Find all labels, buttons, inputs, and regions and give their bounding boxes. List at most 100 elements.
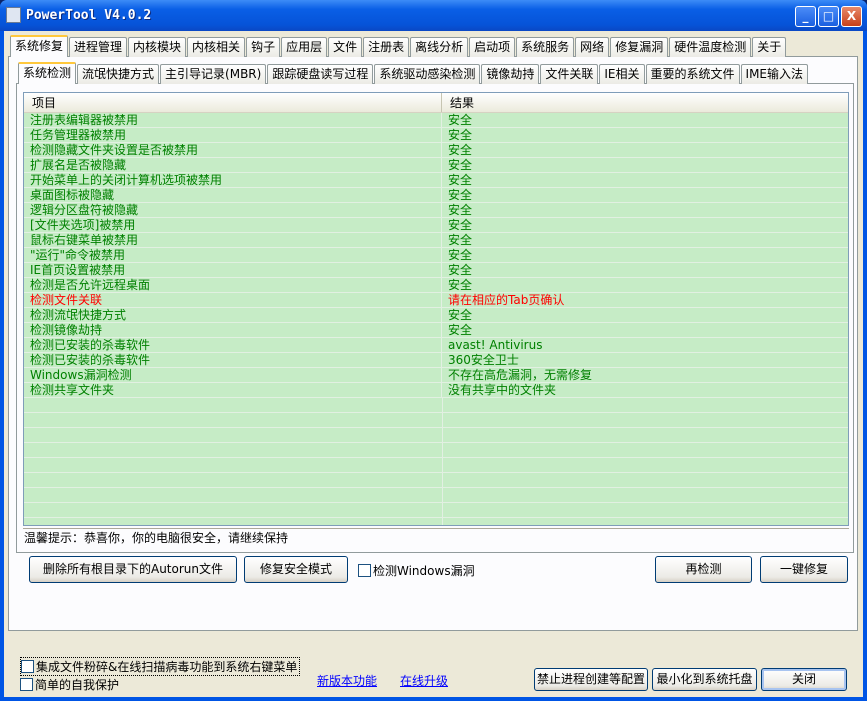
window-title: PowerTool V4.0.2 bbox=[26, 8, 152, 23]
table-row[interactable]: IE首页设置被禁用 安全 bbox=[24, 263, 848, 278]
check-windows-vuln-checkbox[interactable]: 检测Windows漏洞 bbox=[358, 562, 475, 579]
main-tabs: 系统修复 进程管理 内核模块 内核相关 钩子 应用层 文件 注册表 离线分析 启动项 系统服务 网络修… bbox=[10, 35, 787, 57]
table-row[interactable]: 开始菜单上的关闭计算机选项被禁用 安全 bbox=[24, 173, 848, 188]
table-row[interactable]: 鼠标右键菜单被禁用 安全 bbox=[24, 233, 848, 248]
delete-autorun-button[interactable]: 删除所有根目录下的Autorun文件 bbox=[29, 556, 237, 583]
row-result: 请在相应的Tab页确认 bbox=[448, 293, 565, 307]
client-area: 系统修复 进程管理 内核模块 内核相关 钩子 应用层 文件 注册表 离线分析 启动项 系统服务 网络修… bbox=[4, 31, 863, 697]
checkbox-label: 检测Windows漏洞 bbox=[373, 564, 475, 578]
table-row[interactable]: 检测镜像劫持 安全 bbox=[24, 323, 848, 338]
new-features-link[interactable]: 新版本功能 bbox=[317, 672, 377, 689]
row-result: 安全 bbox=[448, 158, 473, 172]
checkbox-box[interactable] bbox=[20, 678, 33, 691]
row-item: 逻辑分区盘符被隐藏 bbox=[24, 203, 442, 218]
tab-sub-7[interactable]: IE相关 bbox=[599, 64, 645, 84]
row-result: 360安全卫士 bbox=[448, 353, 519, 367]
table-row[interactable]: 检测已安装的杀毒软件 360安全卫士 bbox=[24, 353, 848, 368]
tab-main-3[interactable]: 内核相关 bbox=[187, 37, 246, 57]
row-result: 安全 bbox=[448, 143, 473, 157]
column-header-item[interactable]: 项目 bbox=[24, 93, 442, 112]
tab-main-5[interactable]: 应用层 bbox=[281, 37, 328, 57]
tab-sub-0[interactable]: 系统检测 bbox=[18, 62, 77, 84]
row-result: 安全 bbox=[448, 113, 473, 127]
column-header-result[interactable]: 结果 bbox=[442, 93, 474, 112]
integrate-menu-checkbox[interactable]: 集成文件粉碎&在线扫描病毒功能到系统右键菜单 bbox=[20, 657, 301, 676]
table-row[interactable]: 检测隐藏文件夹设置是否被禁用 安全 bbox=[24, 143, 848, 158]
table-row[interactable]: 桌面图标被隐藏 安全 bbox=[24, 188, 848, 203]
tab-main-6[interactable]: 文件 bbox=[328, 37, 363, 57]
tab-sub-1[interactable]: 流氓快捷方式 bbox=[77, 64, 160, 84]
row-result: 安全 bbox=[448, 263, 473, 277]
row-item: 检测已安装的杀毒软件 bbox=[24, 353, 442, 368]
minimize-button[interactable]: _ bbox=[795, 6, 816, 27]
table-row[interactable]: 注册表编辑器被禁用 安全 bbox=[24, 113, 848, 128]
table-row[interactable]: Windows漏洞检测 不存在高危漏洞，无需修复 bbox=[24, 368, 848, 383]
sub-tabs: 系统检测 流氓快捷方式 主引导记录(MBR) 跟踪硬盘读写过程 系统驱动感染检测 镜像劫持… bbox=[18, 62, 809, 84]
checkbox-box[interactable] bbox=[358, 564, 371, 577]
tab-sub-9[interactable]: IME输入法 bbox=[740, 64, 809, 84]
row-result: 安全 bbox=[448, 278, 473, 292]
table-row[interactable]: 检测文件关联 请在相应的Tab页确认 bbox=[24, 293, 848, 308]
row-result: 安全 bbox=[448, 248, 473, 262]
checkbox-label: 集成文件粉碎&在线扫描病毒功能到系统右键菜单 bbox=[36, 660, 298, 674]
tab-main-9[interactable]: 启动项 bbox=[469, 37, 516, 57]
row-item: 鼠标右键菜单被禁用 bbox=[24, 233, 442, 248]
tab-main-2[interactable]: 内核模块 bbox=[128, 37, 187, 57]
tab-main-10[interactable]: 系统服务 bbox=[516, 37, 575, 57]
tab-sub-6[interactable]: 文件关联 bbox=[540, 64, 599, 84]
row-result: avast! Antivirus bbox=[448, 338, 543, 352]
repair-safe-mode-button[interactable]: 修复安全模式 bbox=[244, 556, 348, 583]
row-item: [文件夹选项]被禁用 bbox=[24, 218, 442, 233]
table-row[interactable]: 检测共享文件夹 没有共享中的文件夹 bbox=[24, 383, 848, 398]
table-row[interactable]: 检测已安装的杀毒软件 avast! Antivirus bbox=[24, 338, 848, 353]
minimize-tray-button[interactable]: 最小化到系统托盘 bbox=[652, 668, 757, 691]
tab-main-11[interactable]: 网络 bbox=[575, 37, 610, 57]
close-window-button[interactable]: X bbox=[841, 6, 862, 27]
maximize-button[interactable]: □ bbox=[818, 6, 839, 27]
tab-sub-2[interactable]: 主引导记录(MBR) bbox=[160, 64, 267, 84]
title-bar[interactable]: PowerTool V4.0.2 _ □ X bbox=[0, 0, 867, 31]
window: PowerTool V4.0.2 _ □ X 系统修复 进程管理 内核模块 内核相关钩… bbox=[0, 0, 867, 701]
table-row[interactable]: 逻辑分区盘符被隐藏 安全 bbox=[24, 203, 848, 218]
table-row[interactable]: 检测是否允许远程桌面 安全 bbox=[24, 278, 848, 293]
tab-main-4[interactable]: 钩子 bbox=[246, 37, 281, 57]
row-result: 安全 bbox=[448, 218, 473, 232]
online-upgrade-link[interactable]: 在线升级 bbox=[400, 672, 448, 689]
tab-sub-3[interactable]: 跟踪硬盘读写过程 bbox=[267, 64, 374, 84]
results-list[interactable]: 项目 结果 注册表编辑器被禁用 安全 任务管理器被禁用 安全 检测隐藏文件夹设置是否被禁… bbox=[23, 92, 849, 526]
tab-main-13[interactable]: 硬件温度检测 bbox=[669, 37, 752, 57]
close-button[interactable]: 关闭 bbox=[761, 668, 847, 691]
table-row[interactable]: 任务管理器被禁用 安全 bbox=[24, 128, 848, 143]
table-row[interactable]: 扩展名是否被隐藏 安全 bbox=[24, 158, 848, 173]
table-row[interactable]: [文件夹选项]被禁用 安全 bbox=[24, 218, 848, 233]
tab-main-0[interactable]: 系统修复 bbox=[10, 35, 69, 57]
tab-sub-8[interactable]: 重要的系统文件 bbox=[645, 64, 740, 84]
row-item: 注册表编辑器被禁用 bbox=[24, 113, 442, 128]
tab-main-12[interactable]: 修复漏洞 bbox=[610, 37, 669, 57]
tab-main-1[interactable]: 进程管理 bbox=[69, 37, 128, 57]
row-item: 检测已安装的杀毒软件 bbox=[24, 338, 442, 353]
row-item: 扩展名是否被隐藏 bbox=[24, 158, 442, 173]
row-result: 没有共享中的文件夹 bbox=[448, 383, 557, 397]
tab-main-14[interactable]: 关于 bbox=[752, 37, 787, 57]
row-result: 安全 bbox=[448, 173, 473, 187]
row-item: 检测镜像劫持 bbox=[24, 323, 442, 338]
row-item: 检测是否允许远程桌面 bbox=[24, 278, 442, 293]
recheck-button[interactable]: 再检测 bbox=[655, 556, 752, 583]
one-click-fix-button[interactable]: 一键修复 bbox=[760, 556, 848, 583]
block-config-button[interactable]: 禁止进程创建等配置 bbox=[534, 668, 648, 691]
row-item: 检测流氓快捷方式 bbox=[24, 308, 442, 323]
tab-main-8[interactable]: 离线分析 bbox=[410, 37, 469, 57]
row-result: 安全 bbox=[448, 203, 473, 217]
row-result: 安全 bbox=[448, 323, 473, 337]
table-row[interactable]: 检测流氓快捷方式 安全 bbox=[24, 308, 848, 323]
row-item: 开始菜单上的关闭计算机选项被禁用 bbox=[24, 173, 442, 188]
tab-sub-4[interactable]: 系统驱动感染检测 bbox=[374, 64, 481, 84]
row-result: 安全 bbox=[448, 188, 473, 202]
checkbox-box[interactable] bbox=[21, 660, 34, 673]
tab-main-7[interactable]: 注册表 bbox=[363, 37, 410, 57]
table-row[interactable]: "运行"命令被禁用 安全 bbox=[24, 248, 848, 263]
tab-sub-5[interactable]: 镜像劫持 bbox=[481, 64, 540, 84]
self-protect-checkbox[interactable]: 简单的自我保护 bbox=[20, 676, 119, 693]
row-result: 安全 bbox=[448, 233, 473, 247]
